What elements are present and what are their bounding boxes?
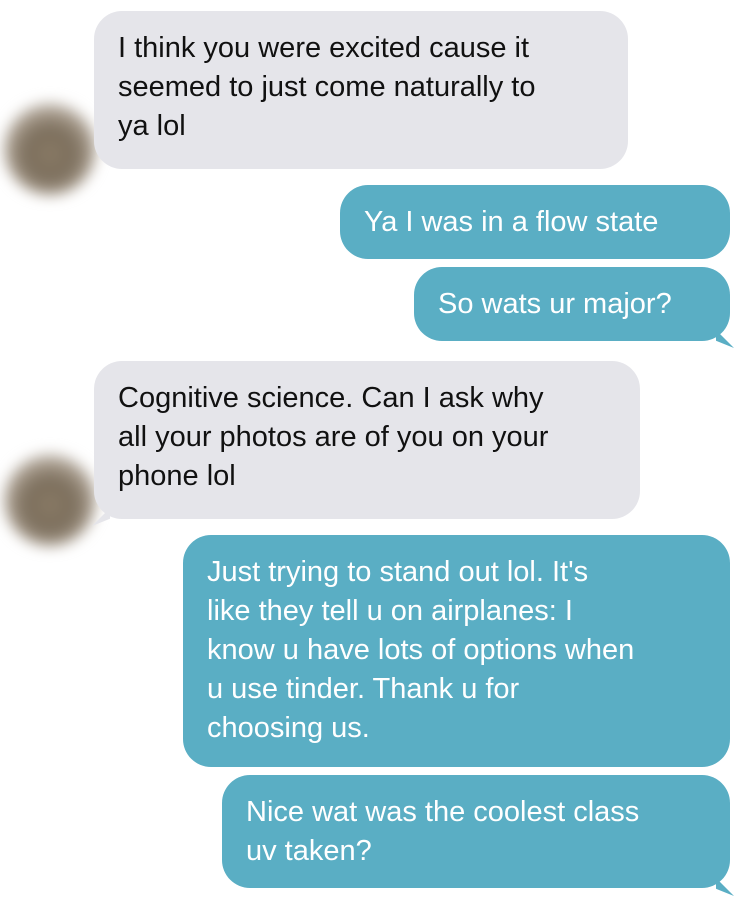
incoming-message-bubble[interactable]: I think you were excited cause it seemed… xyxy=(94,11,628,169)
incoming-message-bubble[interactable]: Cognitive science. Can I ask why all you… xyxy=(94,361,640,519)
contact-avatar[interactable] xyxy=(4,454,96,546)
outgoing-message-bubble[interactable]: Ya I was in a flow state xyxy=(340,185,730,259)
bubble-tail-icon xyxy=(716,330,734,348)
message-thread: I think you were excited cause it seemed… xyxy=(0,0,750,899)
outgoing-message-bubble[interactable]: So wats ur major? xyxy=(414,267,730,341)
outgoing-message-bubble[interactable]: Just trying to stand out lol. It's like … xyxy=(183,535,730,767)
outgoing-message-bubble[interactable]: Nice wat was the coolest class uv taken? xyxy=(222,775,730,888)
contact-avatar[interactable] xyxy=(4,103,96,195)
bubble-tail-icon xyxy=(716,878,734,896)
